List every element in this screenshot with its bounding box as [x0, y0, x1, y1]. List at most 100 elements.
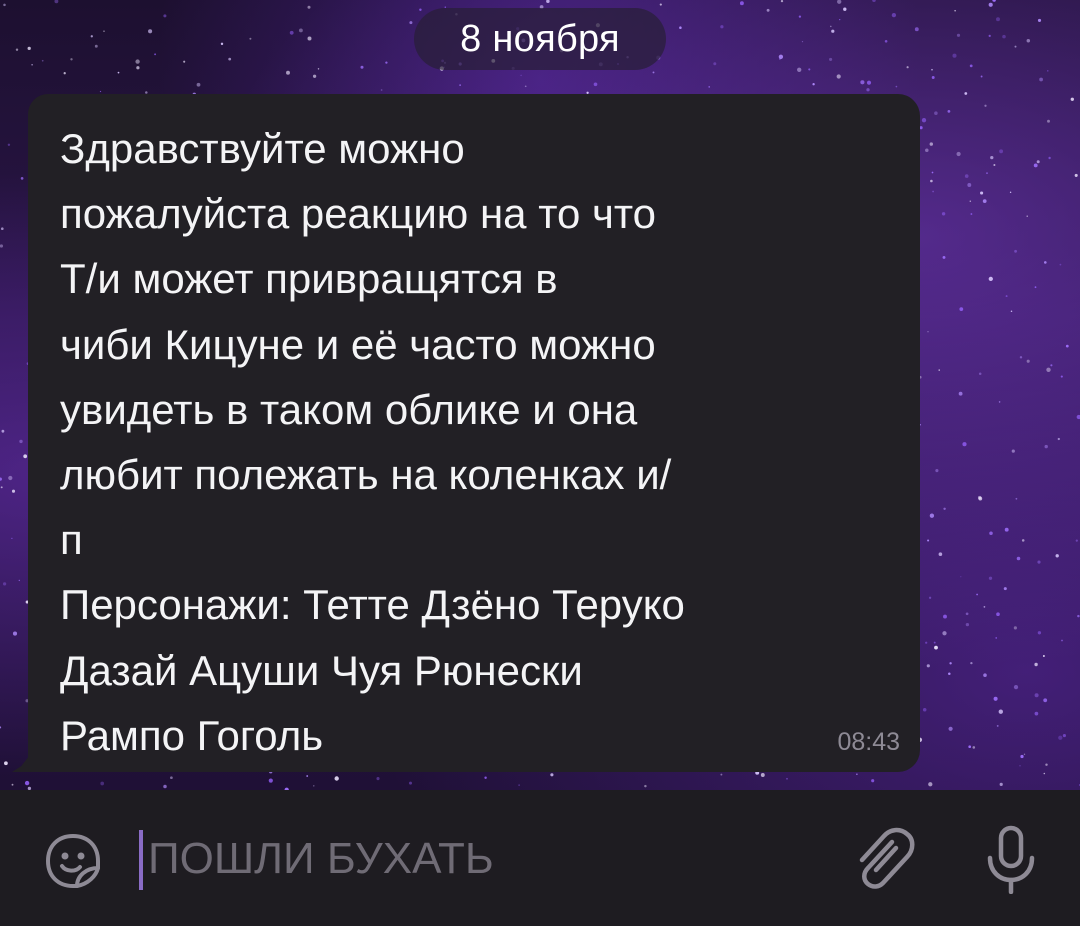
- wallpaper-light-dot: [170, 776, 173, 780]
- message-time: 08:43: [837, 728, 900, 756]
- wallpaper-light-dot: [99, 90, 102, 93]
- wallpaper-light-dot: [962, 442, 967, 447]
- wallpaper-light-dot: [1005, 295, 1008, 298]
- wallpaper-light-dot: [148, 29, 153, 34]
- wallpaper-light-dot: [760, 773, 765, 777]
- wallpaper-light-dot: [999, 149, 1004, 154]
- wallpaper-light-dot: [334, 776, 339, 781]
- message-input[interactable]: [148, 828, 808, 890]
- wallpaper-light-dot: [135, 59, 140, 64]
- wallpaper-light-dot: [228, 57, 232, 61]
- wallpaper-light-dot: [960, 576, 962, 578]
- wallpaper-light-dot: [63, 72, 66, 75]
- wallpaper-light-dot: [220, 42, 224, 46]
- wallpaper-light-dot: [1010, 310, 1013, 312]
- paperclip-icon[interactable]: [852, 826, 916, 892]
- wallpaper-light-dot: [978, 496, 983, 501]
- wallpaper-light-dot: [306, 775, 309, 777]
- wallpaper-light-dot: [938, 369, 940, 371]
- wallpaper-light-dot: [798, 15, 802, 18]
- wallpaper-light-dot: [988, 2, 993, 7]
- wallpaper-light-dot: [921, 118, 927, 123]
- wallpaper-light-dot: [1042, 655, 1045, 657]
- wallpaper-light-dot: [948, 726, 953, 731]
- wallpaper-light-dot: [884, 39, 888, 43]
- wallpaper-light-dot: [163, 14, 167, 18]
- wallpaper-light-dot: [998, 709, 1003, 714]
- wallpaper-light-dot: [1013, 684, 1019, 690]
- text-caret: [139, 830, 143, 890]
- wallpaper-light-dot: [986, 172, 988, 174]
- wallpaper-light-dot: [801, 40, 804, 43]
- wallpaper-light-dot: [484, 776, 487, 780]
- wallpaper-light-dot: [958, 391, 963, 396]
- wallpaper-light-dot: [1046, 367, 1051, 372]
- wallpaper-light-dot: [24, 780, 30, 786]
- wallpaper-light-dot: [929, 513, 935, 518]
- wallpaper-light-dot: [988, 276, 993, 282]
- sticker-emoji-icon[interactable]: [44, 832, 102, 890]
- wallpaper-light-dot: [891, 12, 897, 18]
- wallpaper-light-dot: [1019, 765, 1021, 767]
- wallpaper-light-dot: [925, 641, 928, 644]
- wallpaper-light-dot: [249, 37, 252, 40]
- wallpaper-light-dot: [980, 191, 984, 195]
- wallpaper-light-dot: [20, 177, 24, 180]
- wallpaper-light-dot: [1021, 539, 1025, 542]
- wallpaper-light-dot: [948, 672, 951, 675]
- wallpaper-light-dot: [312, 74, 317, 78]
- wallpaper-light-dot: [954, 10, 956, 12]
- microphone-icon[interactable]: [986, 824, 1036, 895]
- wallpaper-light-dot: [831, 29, 835, 33]
- wallpaper-light-dot: [739, 1, 744, 6]
- wallpaper-light-dot: [103, 30, 105, 32]
- wallpaper-light-dot: [978, 372, 982, 375]
- wallpaper-light-dot: [1050, 364, 1053, 367]
- wallpaper-light-dot: [307, 36, 312, 41]
- wallpaper-light-dot: [778, 54, 784, 59]
- wallpaper-light-dot: [11, 783, 14, 786]
- wallpaper-light-dot: [1009, 191, 1012, 193]
- wallpaper-light-dot: [1016, 556, 1021, 561]
- wallpaper-light-dot: [518, 784, 520, 786]
- wallpaper-light-dot: [385, 61, 388, 64]
- wallpaper-light-dot: [964, 92, 968, 95]
- wallpaper-light-dot: [1074, 173, 1078, 177]
- wallpaper-light-dot: [550, 773, 554, 777]
- wallpaper-light-dot: [934, 111, 938, 115]
- wallpaper-light-dot: [0, 244, 4, 248]
- wallpaper-light-dot: [797, 67, 802, 72]
- wallpaper-light-dot: [872, 0, 876, 2]
- wallpaper-light-dot: [163, 784, 167, 789]
- wallpaper-light-dot: [1033, 163, 1038, 168]
- wallpaper-light-dot: [1065, 344, 1069, 348]
- wallpaper-light-dot: [317, 68, 320, 70]
- wallpaper-light-dot: [931, 171, 934, 174]
- wallpaper-light-dot: [1034, 286, 1037, 289]
- wallpaper-light-dot: [829, 57, 833, 61]
- wallpaper-light-dot: [947, 110, 951, 113]
- wallpaper-light-dot: [1060, 375, 1063, 378]
- wallpaper-light-dot: [866, 88, 870, 92]
- wallpaper-light-dot: [1036, 160, 1040, 164]
- wallpaper-light-dot: [652, 71, 655, 74]
- wallpaper-light-dot: [1037, 631, 1042, 635]
- wallpaper-light-dot: [959, 307, 964, 311]
- wallpaper-light-dot: [956, 151, 961, 157]
- wallpaper-light-dot: [409, 781, 412, 785]
- wallpaper-light-dot: [100, 781, 105, 786]
- wallpaper-light-dot: [996, 724, 999, 727]
- wallpaper-light-dot: [1059, 263, 1062, 266]
- wallpaper-light-dot: [856, 773, 858, 776]
- wallpaper-light-dot: [808, 68, 811, 71]
- wallpaper-light-dot: [972, 746, 976, 749]
- wallpaper-light-dot: [922, 708, 927, 712]
- wallpaper-light-dot: [1014, 249, 1018, 253]
- wallpaper-light-dot: [593, 82, 598, 87]
- wallpaper-light-dot: [183, 60, 186, 63]
- wallpaper-light-dot: [983, 673, 987, 677]
- wallpaper-light-dot: [0, 227, 4, 231]
- wallpaper-light-dot: [1026, 359, 1030, 363]
- wallpaper-light-dot: [982, 199, 987, 203]
- wallpaper-light-dot: [964, 174, 969, 178]
